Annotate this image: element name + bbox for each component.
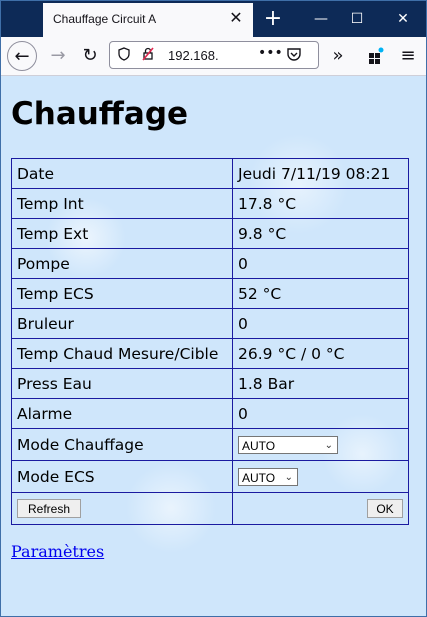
minimize-icon[interactable]: — [303,5,339,33]
shield-icon[interactable] [116,47,132,63]
mode-chauffage-value: AUTO [242,438,276,453]
ok-button[interactable]: OK [367,499,403,518]
table-row: Temp Chaud Mesure/Cible 26.9 °C / 0 °C [11,338,409,369]
row-value: Jeudi 7/11/19 08:21 [232,158,409,189]
arrow-right-icon[interactable]: → [43,41,73,71]
row-value: 0 [232,308,409,339]
status-table: Date Jeudi 7/11/19 08:21 Temp Int 17.8 °C Te… [11,158,409,525]
row-label: Temp Ext [11,218,233,249]
plus-icon[interactable]: + [259,5,287,33]
table-row: Bruleur 0 [11,308,409,339]
row-label: Date [11,158,233,189]
url-bar[interactable]: 192.168. ••• [109,41,319,69]
ok-cell: OK [232,492,409,525]
row-label: Mode Chauffage [11,428,233,461]
table-row: Pompe 0 [11,248,409,279]
hamburger-menu-icon[interactable]: ≡ [393,41,423,71]
row-label: Alarme [11,398,233,429]
title-bar: Chauffage Circuit A ✕ + — ☐ ✕ [1,1,426,37]
url-text[interactable]: 192.168. [168,48,219,63]
page-title: Chauffage [11,96,189,132]
row-value: 0 [232,398,409,429]
close-icon[interactable]: ✕ [385,5,421,33]
row-label: Temp Chaud Mesure/Cible [11,338,233,369]
reload-icon[interactable]: ↻ [75,41,105,71]
row-value: 0 [232,248,409,279]
tab-title: Chauffage Circuit A [53,12,157,26]
ellipsis-icon[interactable]: ••• [258,45,283,61]
browser-window: Chauffage Circuit A ✕ + — ☐ ✕ ← → ↻ 192.… [0,0,427,617]
row-value: 52 °C [232,278,409,309]
insecure-lock-icon[interactable] [140,47,156,63]
table-row: Temp Int 17.8 °C [11,188,409,219]
row-label: Mode ECS [11,460,233,493]
chevron-double-right-icon[interactable]: » [323,41,353,71]
arrow-left-icon[interactable]: ← [7,41,37,71]
parametres-link[interactable]: Paramètres [11,542,104,561]
row-value: 1.8 Bar [232,368,409,399]
mode-ecs-value: AUTO [242,470,276,485]
table-row: Temp ECS 52 °C [11,278,409,309]
row-value: 9.8 °C [232,218,409,249]
page-content: Chauffage Date Jeudi 7/11/19 08:21 Temp In… [1,76,426,616]
table-row-mode-chauffage: Mode Chauffage AUTO ⌄ [11,428,409,461]
navigation-bar: ← → ↻ 192.168. ••• » ≡ [1,37,426,76]
mode-chauffage-select[interactable]: AUTO ⌄ [238,435,338,454]
table-row-actions: Refresh OK [11,492,409,525]
row-label: Temp ECS [11,278,233,309]
row-label: Bruleur [11,308,233,339]
chevron-down-icon: ⌄ [324,439,333,451]
table-row-mode-ecs: Mode ECS AUTO ⌄ [11,460,409,493]
table-row: Date Jeudi 7/11/19 08:21 [11,158,409,189]
extensions-icon[interactable] [361,41,391,71]
maximize-icon[interactable]: ☐ [339,5,375,33]
row-label: Temp Int [11,188,233,219]
row-value: 26.9 °C / 0 °C [232,338,409,369]
row-label: Pompe [11,248,233,279]
active-tab[interactable]: Chauffage Circuit A ✕ [43,3,253,37]
pocket-icon[interactable] [286,46,302,62]
chevron-down-icon: ⌄ [284,471,293,483]
refresh-button[interactable]: Refresh [17,499,81,518]
table-row: Temp Ext 9.8 °C [11,218,409,249]
row-value: AUTO ⌄ [232,460,409,493]
table-row: Alarme 0 [11,398,409,429]
row-value: 17.8 °C [232,188,409,219]
close-icon[interactable]: ✕ [227,9,245,27]
row-label: Press Eau [11,368,233,399]
row-value: AUTO ⌄ [232,428,409,461]
mode-ecs-select[interactable]: AUTO ⌄ [238,467,298,486]
table-row: Press Eau 1.8 Bar [11,368,409,399]
refresh-cell: Refresh [11,492,233,525]
